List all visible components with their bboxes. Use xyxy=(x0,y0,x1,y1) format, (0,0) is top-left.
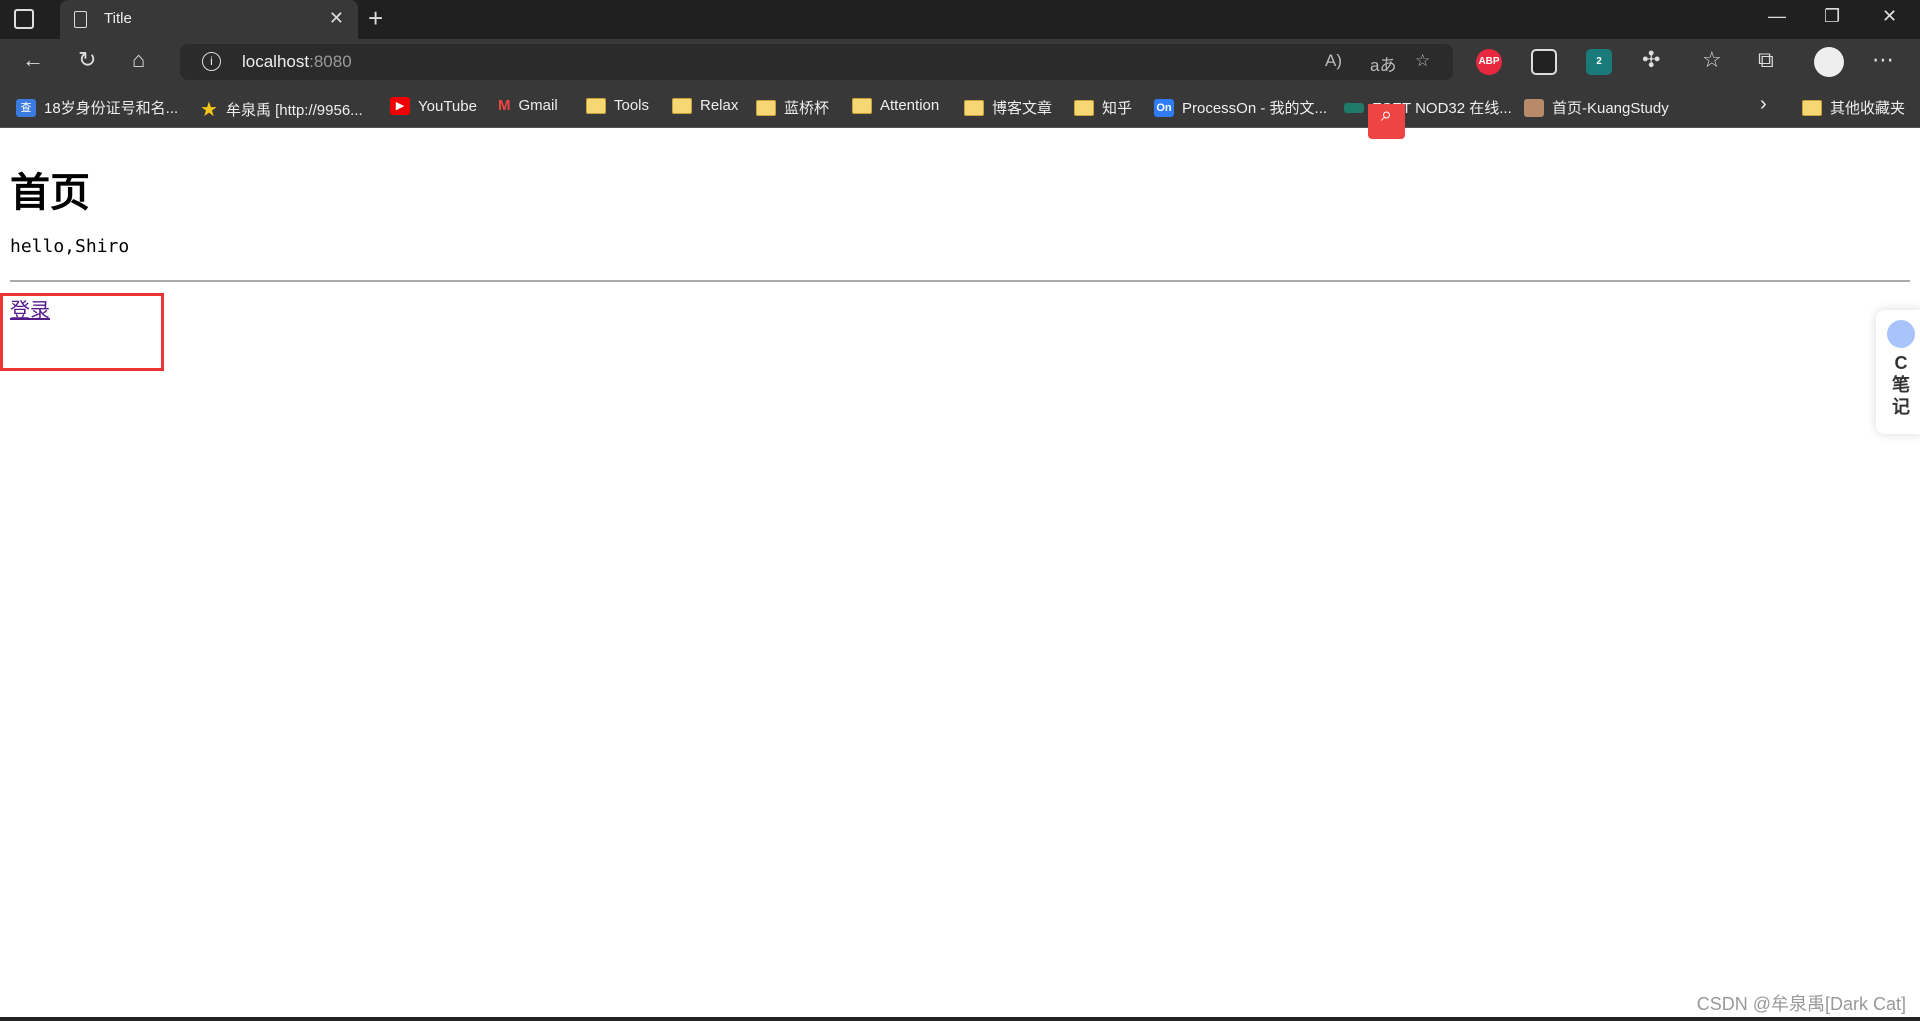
bookmark-item[interactable]: Attention xyxy=(852,97,939,114)
bookmark-item[interactable]: ★ 牟泉禹 [http://9956... xyxy=(200,97,363,122)
extension-badge: 2 xyxy=(1596,56,1602,67)
address-bar[interactable]: i localhost:8080 A) aあ ☆ xyxy=(180,44,1453,80)
refresh-icon[interactable]: ↻ xyxy=(78,47,96,73)
bookmark-label: 18岁身份证号和名... xyxy=(44,100,179,117)
close-tab-icon[interactable]: ✕ xyxy=(329,8,344,29)
cha-icon: 查 xyxy=(16,98,36,117)
note-widget[interactable]: C 笔 记 xyxy=(1876,310,1920,434)
watermark: CSDN @牟泉禹[Dark Cat] xyxy=(1696,994,1906,1014)
close-window-button[interactable]: ✕ xyxy=(1882,6,1897,27)
star-icon: ★ xyxy=(200,99,218,121)
restore-button[interactable]: ❐ xyxy=(1824,6,1840,27)
bookmark-item[interactable]: 蓝桥杯 xyxy=(756,97,829,118)
processon-icon: On xyxy=(1154,98,1174,117)
tab-active[interactable]: Title ✕ xyxy=(60,0,358,39)
page-icon xyxy=(74,11,87,28)
tab-actions-icon[interactable] xyxy=(14,9,34,29)
search-icon[interactable]: ⌕ xyxy=(1368,104,1405,139)
chevron-right-icon[interactable]: › xyxy=(1760,93,1767,116)
home-icon[interactable]: ⌂ xyxy=(132,47,145,73)
bookmark-item[interactable]: Relax xyxy=(672,97,738,114)
more-icon[interactable]: ⋯ xyxy=(1872,47,1894,73)
bookmark-item[interactable]: Tools xyxy=(586,97,649,114)
bookmark-label: 其他收藏夹 xyxy=(1830,100,1906,117)
bookmark-item[interactable]: ▶ YouTube xyxy=(390,97,477,115)
bookmark-label: YouTube xyxy=(418,97,477,115)
bookmark-label: 蓝桥杯 xyxy=(784,100,830,117)
toolbar: ← ↻ ⌂ i localhost:8080 A) aあ ☆ ABP 2 ✣ ☆… xyxy=(0,39,1920,85)
url-port: :8080 xyxy=(309,52,352,71)
note-logo-icon xyxy=(1887,320,1915,348)
gmail-icon: M xyxy=(498,97,511,114)
adblock-icon[interactable]: ABP xyxy=(1476,49,1502,75)
folder-icon xyxy=(586,97,606,114)
other-bookmarks[interactable]: 其他收藏夹 xyxy=(1802,97,1905,118)
youtube-icon: ▶ xyxy=(390,97,410,115)
translate-icon[interactable]: aあ xyxy=(1370,51,1396,76)
eset-icon xyxy=(1344,102,1364,113)
url-host: localhost xyxy=(242,52,310,71)
bookmark-item[interactable]: 博客文章 xyxy=(964,97,1052,118)
note-widget-text: 记 xyxy=(1892,397,1910,417)
collections-icon[interactable]: ⧉ xyxy=(1758,47,1774,73)
bookmark-label: 首页-KuangStudy xyxy=(1552,100,1669,117)
bookmark-label: 知乎 xyxy=(1102,100,1133,117)
bookmark-label: 博客文章 xyxy=(992,100,1053,117)
favorites-icon[interactable]: ☆ xyxy=(1702,47,1722,73)
extensions-icon[interactable]: ✣ xyxy=(1642,47,1660,73)
bookmark-label: Attention xyxy=(880,97,940,114)
page-title: 首页 xyxy=(10,171,90,215)
bottom-border xyxy=(0,1017,1920,1021)
note-widget-letter: C xyxy=(1894,353,1908,373)
login-link[interactable]: 登录 xyxy=(10,294,50,323)
bookmark-item[interactable]: 首页-KuangStudy xyxy=(1524,97,1669,118)
bookmark-label: 牟泉禹 [http://9956... xyxy=(225,102,363,119)
folder-icon xyxy=(756,99,776,116)
kuang-icon xyxy=(1524,98,1544,117)
bookmark-label: Gmail xyxy=(518,97,558,114)
tab-bar: Title ✕ + — ❐ ✕ xyxy=(0,0,1920,39)
tab-title: Title xyxy=(104,10,132,27)
bookmark-label: Tools xyxy=(614,97,650,114)
greeting-text: hello,Shiro xyxy=(10,236,130,257)
bookmark-label: ProcessOn - 我的文... xyxy=(1182,100,1328,117)
bookmark-item[interactable]: M Gmail xyxy=(498,97,558,114)
profile-avatar[interactable] xyxy=(1814,47,1844,77)
folder-icon xyxy=(1802,99,1822,116)
bookmarks-bar: 查 18岁身份证号和名... ★ 牟泉禹 [http://9956... ▶ YouT… xyxy=(0,85,1920,128)
folder-icon xyxy=(964,99,984,116)
extension-s-icon[interactable]: 2 xyxy=(1586,49,1612,75)
bookmark-item[interactable]: On ProcessOn - 我的文... xyxy=(1154,97,1327,118)
note-widget-text: 笔 xyxy=(1892,375,1910,395)
back-icon[interactable]: ← xyxy=(22,47,44,73)
minimize-button[interactable]: — xyxy=(1768,6,1786,27)
folder-icon xyxy=(672,97,692,114)
divider xyxy=(10,280,1910,282)
folder-icon xyxy=(1074,99,1094,116)
folder-icon xyxy=(852,97,872,114)
bookmark-item[interactable]: 知乎 xyxy=(1074,97,1132,118)
read-aloud-icon[interactable]: A) xyxy=(1325,51,1342,71)
add-favorite-icon[interactable]: ☆ xyxy=(1415,51,1430,71)
new-tab-button[interactable]: + xyxy=(368,3,383,34)
extension-glasses-icon[interactable] xyxy=(1531,49,1557,75)
site-info-icon[interactable]: i xyxy=(202,52,221,71)
bookmark-item[interactable]: 查 18岁身份证号和名... xyxy=(16,97,178,118)
bookmark-label: Relax xyxy=(700,97,739,114)
